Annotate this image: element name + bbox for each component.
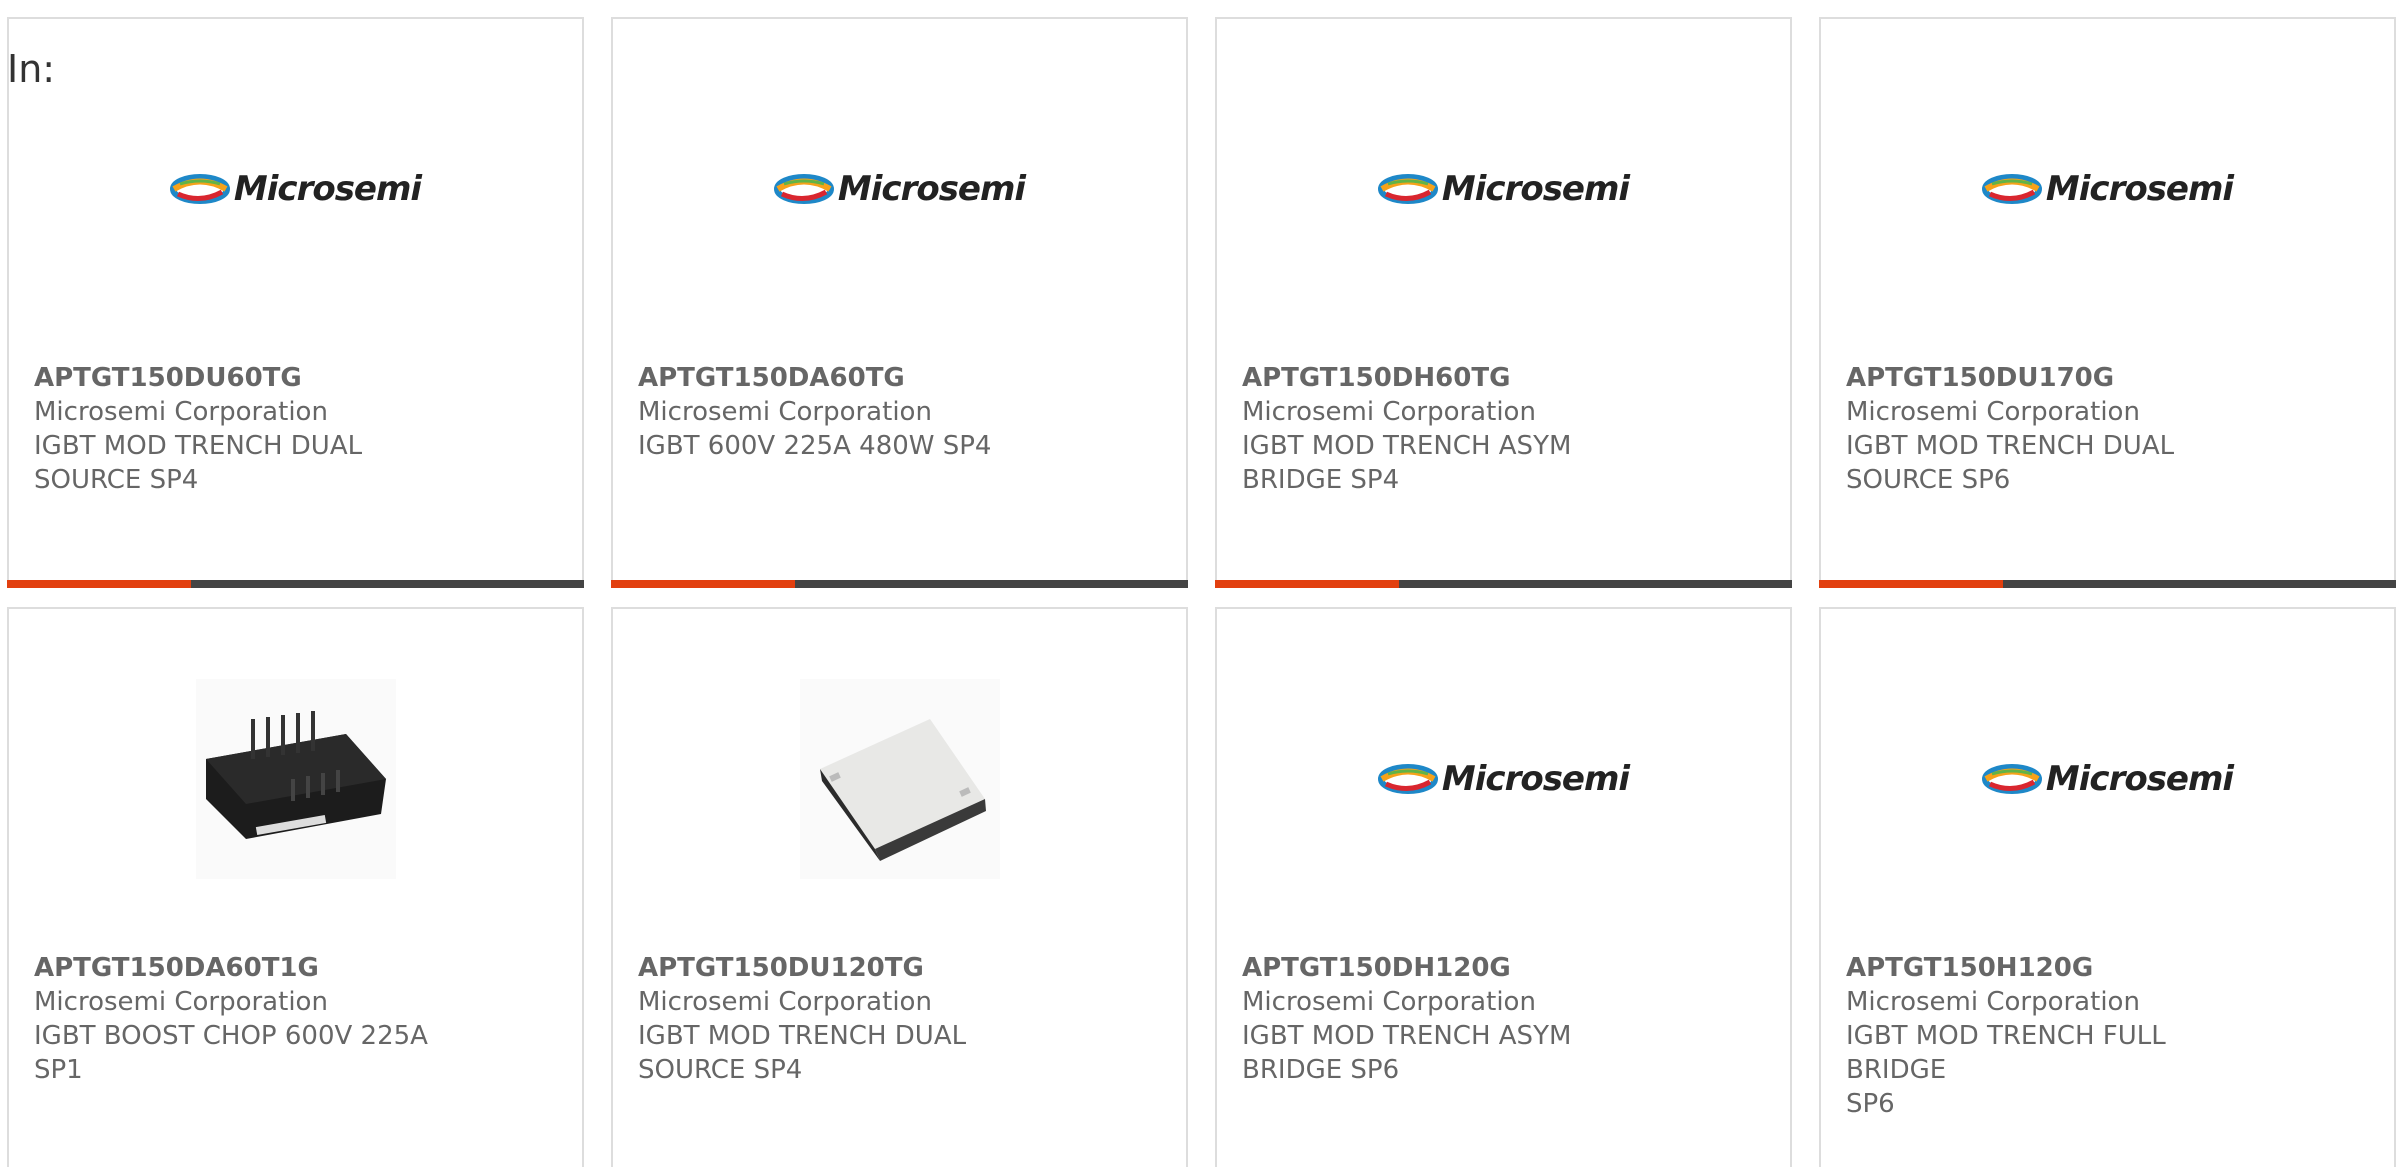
description-line: IGBT MOD TRENCH ASYM <box>1242 1021 1572 1051</box>
manufacturer: Microsemi Corporation <box>1242 987 1536 1017</box>
product-image[interactable]: Microsemi <box>1217 679 1790 879</box>
part-number-link[interactable]: APTGT150DA60TG <box>638 361 1058 395</box>
microsemi-logo: Microsemi <box>1981 759 2234 799</box>
manufacturer: Microsemi Corporation <box>34 397 328 427</box>
product-info: APTGT150DH120G Microsemi Corporation IGB… <box>1242 951 1662 1087</box>
manufacturer: Microsemi Corporation <box>638 397 932 427</box>
description-line: IGBT BOOST CHOP 600V 225A <box>34 1021 428 1051</box>
manufacturer: Microsemi Corporation <box>638 987 932 1017</box>
description-line: IGBT MOD TRENCH FULL BRIDGE <box>1846 1021 2166 1085</box>
part-number-link[interactable]: APTGT150DU120TG <box>638 951 1058 985</box>
microsemi-swirl-icon <box>1377 174 1438 204</box>
product-image[interactable]: Microsemi <box>1217 89 1790 289</box>
description-line: BRIDGE SP4 <box>1242 465 1400 495</box>
product-card[interactable]: Microsemi APTGT150DU60TG Microsemi Corpo… <box>7 17 584 588</box>
microsemi-logo: Microsemi <box>169 169 422 209</box>
manufacturer: Microsemi Corporation <box>1846 397 2140 427</box>
description-line: SP1 <box>34 1055 83 1085</box>
microsemi-swirl-icon <box>773 174 834 204</box>
product-card[interactable]: Microsemi APTGT150DH60TG Microsemi Corpo… <box>1215 17 1792 588</box>
description-line: IGBT 600V 225A 480W SP4 <box>638 431 992 461</box>
description-line: SOURCE SP4 <box>34 465 199 495</box>
part-number-link[interactable]: APTGT150DA60T1G <box>34 951 454 985</box>
microsemi-swirl-icon <box>1981 764 2042 794</box>
card-accent <box>1819 580 2003 588</box>
description-line: SP6 <box>1846 1089 1895 1119</box>
product-info: APTGT150DH60TG Microsemi Corporation IGB… <box>1242 361 1662 497</box>
card-accent <box>7 580 191 588</box>
description-line: IGBT MOD TRENCH DUAL <box>638 1021 967 1051</box>
description-line: BRIDGE SP6 <box>1242 1055 1400 1085</box>
product-info: APTGT150DU60TG Microsemi Corporation IGB… <box>34 361 454 497</box>
product-image[interactable]: Microsemi <box>1821 89 2394 289</box>
microsemi-logo: Microsemi <box>773 169 1026 209</box>
card-accent <box>611 580 795 588</box>
manufacturer: Microsemi Corporation <box>1242 397 1536 427</box>
black-module-photo <box>195 679 396 879</box>
product-card[interactable]: APTGT150DU120TG Microsemi Corporation IG… <box>611 607 1188 1167</box>
filter-label: In: <box>7 47 56 91</box>
product-image[interactable]: Microsemi <box>1821 679 2394 879</box>
microsemi-swirl-icon <box>1981 174 2042 204</box>
part-number-link[interactable]: APTGT150DH120G <box>1242 951 1662 985</box>
manufacturer: Microsemi Corporation <box>1846 987 2140 1017</box>
description-line: SOURCE SP4 <box>638 1055 803 1085</box>
card-accent <box>1215 580 1399 588</box>
manufacturer: Microsemi Corporation <box>34 987 328 1017</box>
card-bottom-bar <box>611 580 1188 588</box>
card-bottom-bar <box>7 580 584 588</box>
microsemi-swirl-icon <box>169 174 230 204</box>
product-info: APTGT150DA60T1G Microsemi Corporation IG… <box>34 951 454 1087</box>
card-bottom-bar <box>1819 580 2396 588</box>
product-card[interactable]: APTGT150DA60T1G Microsemi Corporation IG… <box>7 607 584 1167</box>
part-number-link[interactable]: APTGT150DU170G <box>1846 361 2266 395</box>
microsemi-logo: Microsemi <box>1377 169 1630 209</box>
product-image[interactable]: Microsemi <box>9 89 582 289</box>
microsemi-logo: Microsemi <box>1981 169 2234 209</box>
part-number-link[interactable]: APTGT150DU60TG <box>34 361 454 395</box>
product-card[interactable]: Microsemi APTGT150DA60TG Microsemi Corpo… <box>611 17 1188 588</box>
product-image[interactable]: Microsemi <box>613 89 1186 289</box>
microsemi-logo: Microsemi <box>1377 759 1630 799</box>
product-image[interactable] <box>9 679 582 879</box>
product-info: APTGT150DU170G Microsemi Corporation IGB… <box>1846 361 2266 497</box>
product-card[interactable]: Microsemi APTGT150H120G Microsemi Corpor… <box>1819 607 2396 1167</box>
product-info: APTGT150H120G Microsemi Corporation IGBT… <box>1846 951 2266 1121</box>
product-card[interactable]: Microsemi APTGT150DU170G Microsemi Corpo… <box>1819 17 2396 588</box>
product-info: APTGT150DA60TG Microsemi Corporation IGB… <box>638 361 1058 463</box>
product-info: APTGT150DU120TG Microsemi Corporation IG… <box>638 951 1058 1087</box>
product-image[interactable] <box>613 679 1186 879</box>
product-card[interactable]: Microsemi APTGT150DH120G Microsemi Corpo… <box>1215 607 1792 1167</box>
microsemi-swirl-icon <box>1377 764 1438 794</box>
part-number-link[interactable]: APTGT150DH60TG <box>1242 361 1662 395</box>
description-line: SOURCE SP6 <box>1846 465 2011 495</box>
description-line: IGBT MOD TRENCH DUAL <box>34 431 363 461</box>
white-module-photo <box>799 679 1000 879</box>
description-line: IGBT MOD TRENCH ASYM <box>1242 431 1572 461</box>
part-number-link[interactable]: APTGT150H120G <box>1846 951 2266 985</box>
card-bottom-bar <box>1215 580 1792 588</box>
description-line: IGBT MOD TRENCH DUAL <box>1846 431 2175 461</box>
